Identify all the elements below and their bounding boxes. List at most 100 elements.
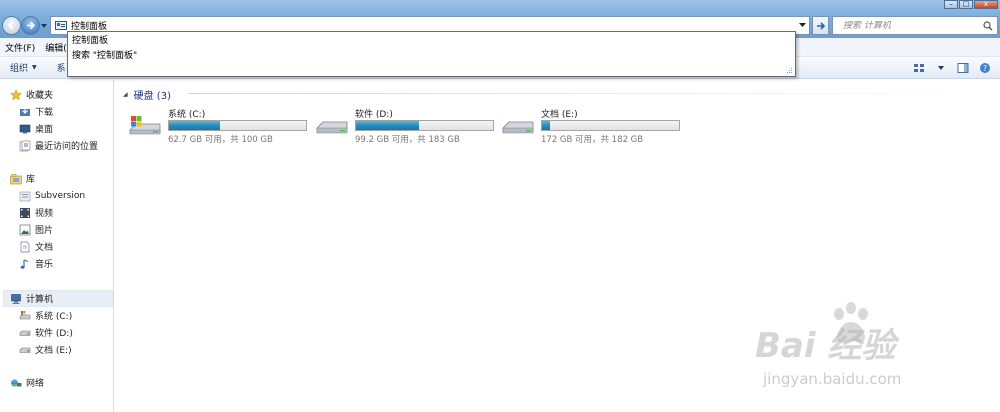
capacity-fill bbox=[542, 121, 550, 130]
desktop-icon bbox=[19, 124, 31, 133]
drive-space-info: 99.2 GB 可用，共 183 GB bbox=[355, 135, 460, 145]
star-icon bbox=[10, 88, 22, 100]
drive-tile-d[interactable]: 软件 (D:) 99.2 GB 可用，共 183 GB bbox=[315, 107, 500, 147]
nav-subversion[interactable]: Subversion bbox=[19, 188, 85, 203]
svg-text:?: ? bbox=[983, 64, 987, 73]
nav-downloads[interactable]: 下载 bbox=[19, 104, 53, 119]
hard-drive-icon bbox=[316, 121, 348, 134]
nav-drive-d[interactable]: 软件 (D:) bbox=[19, 325, 73, 340]
organize-chevron-icon: ▼ bbox=[32, 64, 37, 71]
computer-icon bbox=[11, 293, 21, 304]
nav-favorites[interactable]: 收藏夹 bbox=[10, 87, 53, 102]
collapse-arrow-icon[interactable]: ◢ bbox=[123, 91, 128, 98]
control-panel-icon bbox=[55, 20, 67, 30]
drive-name: 文档 (E:) bbox=[541, 110, 578, 120]
nav-label: 系统 (C:) bbox=[35, 312, 73, 322]
nav-label: 音乐 bbox=[35, 260, 54, 270]
nav-label: 计算机 bbox=[26, 295, 54, 305]
documents-icon bbox=[20, 241, 30, 252]
drive-tile-c[interactable]: 系统 (C:) 62.7 GB 可用，共 100 GB bbox=[128, 107, 313, 147]
capacity-fill bbox=[169, 121, 221, 130]
nav-label: 收藏夹 bbox=[26, 91, 54, 101]
hard-drive-icon bbox=[19, 347, 31, 353]
search-box[interactable] bbox=[832, 16, 998, 35]
view-options-icon bbox=[914, 64, 924, 72]
address-suggestions: 控制面板 搜索 "控制面板" bbox=[67, 31, 796, 77]
hard-disk-group-header[interactable]: ◢ 硬盘 (3) bbox=[123, 87, 171, 102]
drive-tile-e[interactable]: 文档 (E:) 172 GB 可用，共 182 GB bbox=[501, 107, 686, 147]
nav-libraries[interactable]: 库 bbox=[10, 171, 35, 186]
nav-label: 库 bbox=[26, 175, 36, 185]
address-dropdown-icon[interactable] bbox=[799, 22, 806, 28]
search-icon[interactable] bbox=[983, 21, 993, 31]
drive-name: 软件 (D:) bbox=[355, 110, 393, 120]
menu-file[interactable]: 文件(F) bbox=[0, 41, 40, 54]
preview-pane-icon bbox=[957, 63, 969, 73]
search-input[interactable] bbox=[843, 20, 983, 31]
nav-drive-e[interactable]: 文档 (E:) bbox=[19, 342, 72, 357]
hard-drive-icon bbox=[502, 121, 534, 134]
capacity-bar bbox=[168, 120, 307, 131]
video-icon bbox=[20, 207, 30, 218]
pictures-icon bbox=[19, 224, 31, 235]
nav-computer[interactable]: 计算机 bbox=[10, 291, 53, 306]
nav-videos[interactable]: 视频 bbox=[19, 205, 53, 220]
recent-places-icon bbox=[19, 140, 31, 151]
nav-label: 下载 bbox=[35, 108, 54, 118]
navigation-pane: 收藏夹 下载 桌面 最近访问的位置 库 Subversion 视频 图片 文档 … bbox=[0, 80, 114, 412]
nav-label: 文档 (E:) bbox=[35, 346, 72, 356]
nav-documents[interactable]: 文档 bbox=[19, 239, 53, 254]
nav-label: 软件 (D:) bbox=[35, 329, 73, 339]
view-controls: ? bbox=[906, 60, 994, 76]
preview-pane-button[interactable] bbox=[954, 60, 972, 76]
capacity-fill bbox=[356, 121, 419, 130]
maximize-button[interactable]: □ bbox=[959, 0, 973, 9]
recent-pages-chevron-icon[interactable] bbox=[40, 22, 48, 30]
back-arrow-icon bbox=[7, 21, 14, 30]
group-title: 硬盘 (3) bbox=[133, 91, 171, 102]
forward-button[interactable] bbox=[21, 16, 40, 35]
content-pane: ◢ 硬盘 (3) 系统 (C:) 62.7 GB 可用，共 100 GB 软件 … bbox=[115, 80, 1000, 412]
capacity-bar bbox=[541, 120, 680, 131]
window-controls: – □ x bbox=[943, 0, 998, 10]
system-properties-label: 系 bbox=[56, 64, 66, 74]
nav-label: 文档 bbox=[35, 243, 54, 253]
suggestion-item[interactable]: 搜索 "控制面板" bbox=[72, 49, 791, 64]
group-divider bbox=[188, 93, 993, 94]
subversion-library-icon bbox=[19, 191, 31, 201]
nav-music[interactable]: 音乐 bbox=[19, 256, 53, 271]
drive-space-info: 62.7 GB 可用，共 100 GB bbox=[168, 135, 273, 145]
minimize-button[interactable]: – bbox=[944, 0, 958, 9]
nav-desktop[interactable]: 桌面 bbox=[19, 121, 53, 136]
go-arrow-icon bbox=[816, 21, 825, 30]
organize-label: 组织 bbox=[10, 64, 29, 74]
nav-label: 视频 bbox=[35, 209, 54, 219]
organize-button[interactable]: 组织 ▼ bbox=[0, 61, 47, 74]
drive-name: 系统 (C:) bbox=[168, 110, 206, 120]
downloads-folder-icon bbox=[20, 106, 30, 116]
resize-grip-icon[interactable] bbox=[785, 66, 793, 74]
windows-drive-icon bbox=[129, 116, 161, 135]
nav-recent-places[interactable]: 最近访问的位置 bbox=[19, 138, 98, 153]
nav-label: 网络 bbox=[26, 379, 45, 389]
nav-pictures[interactable]: 图片 bbox=[19, 222, 53, 237]
nav-drive-c[interactable]: 系统 (C:) bbox=[19, 308, 72, 323]
back-button[interactable] bbox=[2, 16, 21, 35]
help-button[interactable]: ? bbox=[976, 60, 994, 76]
drive-space-info: 172 GB 可用，共 182 GB bbox=[541, 135, 644, 145]
library-icon bbox=[10, 173, 22, 184]
nav-label: 最近访问的位置 bbox=[35, 142, 99, 152]
view-dropdown-button[interactable] bbox=[932, 60, 950, 76]
chevron-down-icon bbox=[938, 66, 944, 70]
help-icon: ? bbox=[980, 63, 990, 73]
nav-label: 桌面 bbox=[35, 125, 54, 135]
windows-drive-icon bbox=[19, 310, 31, 319]
hard-drive-icon bbox=[19, 330, 31, 336]
nav-network[interactable]: 网络 bbox=[10, 375, 44, 390]
go-button[interactable] bbox=[812, 16, 829, 35]
close-button[interactable]: x bbox=[974, 0, 998, 9]
nav-label: Subversion bbox=[35, 190, 86, 201]
suggestion-item[interactable]: 控制面板 bbox=[72, 34, 791, 49]
change-view-button[interactable] bbox=[910, 60, 928, 76]
network-icon bbox=[11, 379, 22, 386]
